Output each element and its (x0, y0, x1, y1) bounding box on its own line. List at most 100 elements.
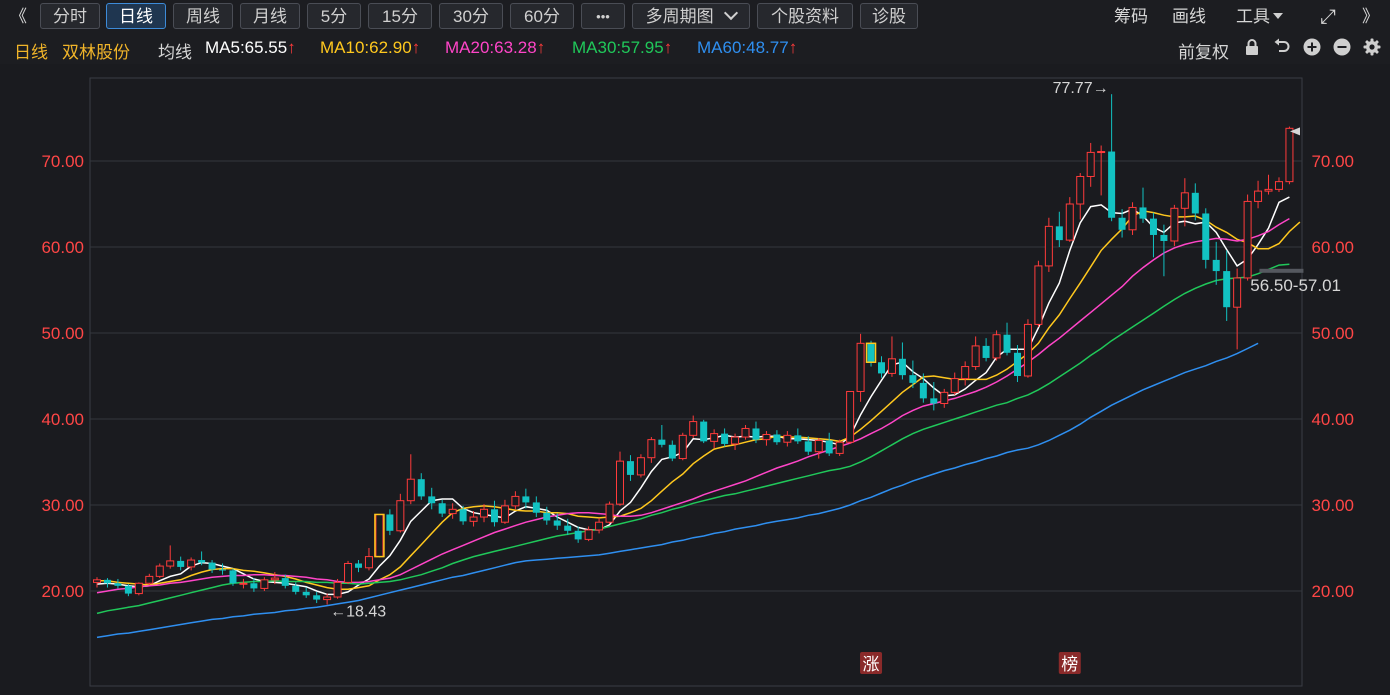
ranking-marker: 榜 (1061, 655, 1078, 674)
candle-body (1274, 181, 1283, 190)
candle (846, 390, 855, 444)
candle-body (375, 513, 384, 558)
candle-body (1139, 207, 1147, 219)
multi-period-dropdown[interactable]: 多周期图 (632, 3, 750, 29)
candle-body (1055, 226, 1063, 241)
candle-body (396, 500, 405, 532)
candle-body (992, 334, 1001, 359)
undo-icon[interactable] (1272, 38, 1292, 58)
candle-body (878, 362, 885, 374)
diagnose-button[interactable]: 诊股 (860, 3, 918, 29)
candle (678, 432, 687, 461)
candle (992, 330, 1001, 361)
candle-body (292, 585, 300, 592)
candle (229, 568, 237, 586)
candle-body (438, 503, 446, 514)
candle-body (543, 512, 551, 521)
kline-chart[interactable]: 20.00 20.00 30.00 30.00 40.00 40.00 50.00 50.00… (0, 64, 1390, 690)
candle-body (1160, 234, 1168, 241)
kline-chart-svg[interactable]: 20.00 20.00 30.00 30.00 40.00 40.00 50.00 50.00… (0, 64, 1390, 690)
candle (636, 454, 645, 478)
candle-body (1034, 265, 1043, 325)
candle-body (668, 444, 676, 459)
top-toolbar: 《 分时 日线 周线 月线 5分 15分 30分 60分 ••• 多周期图 个股… (0, 0, 1390, 34)
candle-body (825, 440, 833, 454)
candle-body (522, 496, 530, 503)
candle-body (155, 565, 164, 577)
candle-body (741, 427, 750, 438)
tab-monthly[interactable]: 月线 (240, 3, 300, 29)
chevron-down-icon (724, 5, 739, 21)
y-tick-label-right: 20.00 (1311, 582, 1354, 601)
candle-body (166, 560, 175, 567)
candle-body (1223, 271, 1231, 308)
tab-weekly[interactable]: 周线 (173, 3, 233, 29)
candle (700, 419, 708, 444)
candle-body (417, 479, 425, 497)
candle-body (971, 345, 980, 368)
ma5-value: MA5:65.55↑ (205, 38, 296, 57)
candle (375, 513, 384, 558)
candle-body (1128, 206, 1137, 231)
y-tick-label-left: 50.00 (41, 324, 84, 343)
draw-line-button[interactable]: 画线 (1172, 5, 1206, 29)
stock-info-button[interactable]: 个股资料 (757, 3, 853, 29)
ma-label[interactable]: 均线 (158, 38, 192, 63)
candle-body (783, 434, 792, 443)
candle-body (1108, 151, 1116, 218)
candle-body (1212, 259, 1220, 272)
more-button[interactable]: ••• (581, 3, 625, 29)
candle-body (773, 434, 781, 443)
zoom-in-icon[interactable] (1302, 38, 1322, 58)
candle-body (448, 508, 457, 515)
candle (1034, 260, 1043, 327)
back-icon[interactable]: 《 (10, 5, 27, 29)
tab-daily[interactable]: 日线 (106, 3, 166, 29)
candle-body (584, 529, 593, 540)
candle-body (909, 375, 917, 383)
up-arrow-icon: ↑ (411, 38, 421, 57)
candle-body (490, 509, 498, 523)
price-range-label: 56.50-57.01 (1250, 276, 1341, 295)
y-tick-label-right: 70.00 (1311, 152, 1354, 171)
candle (605, 501, 614, 524)
candle-body (1086, 151, 1095, 177)
candle-body (595, 521, 604, 531)
tab-30min[interactable]: 30分 (439, 3, 503, 29)
tab-intraday[interactable]: 分时 (40, 3, 100, 29)
settings-gear-icon[interactable] (1362, 38, 1382, 58)
zoom-out-icon[interactable] (1332, 38, 1352, 58)
candle-body (333, 581, 342, 598)
tab-5min[interactable]: 5分 (307, 3, 361, 29)
adjust-mode[interactable]: 前复权 (1178, 38, 1229, 63)
candle-body (721, 433, 729, 444)
limit-up-marker: 涨 (863, 655, 880, 674)
candle-body (814, 440, 823, 453)
candle-body (553, 520, 561, 526)
chips-button[interactable]: 筹码 (1114, 5, 1148, 29)
collapse-panel-icon[interactable]: 》 (1362, 5, 1379, 29)
multi-period-label: 多周期图 (645, 7, 714, 26)
candle-body (731, 436, 740, 445)
up-arrow-icon: ↑ (788, 38, 798, 57)
candle-body (114, 583, 122, 586)
candle-body (198, 560, 206, 563)
tab-60min[interactable]: 60分 (510, 3, 574, 29)
candle-body (930, 398, 938, 404)
candle-body (961, 366, 970, 380)
candle (333, 578, 342, 599)
candle-body (1023, 323, 1032, 377)
fullscreen-icon[interactable]: ⤢ (1320, 5, 1336, 29)
lock-icon[interactable] (1242, 38, 1262, 58)
tools-dropdown[interactable]: 工具 (1236, 5, 1283, 29)
candle-body (1264, 188, 1273, 192)
y-tick-label-left: 70.00 (41, 152, 84, 171)
ma60-value: MA60:48.77↑ (697, 38, 798, 57)
candle-body (626, 461, 634, 475)
ma10-value: MA10:62.90↑ (320, 38, 421, 57)
candle-body (145, 575, 154, 584)
tab-15min[interactable]: 15分 (368, 3, 432, 29)
candle-body (364, 556, 373, 569)
candle-body (500, 505, 509, 523)
candle-body (1180, 192, 1189, 209)
